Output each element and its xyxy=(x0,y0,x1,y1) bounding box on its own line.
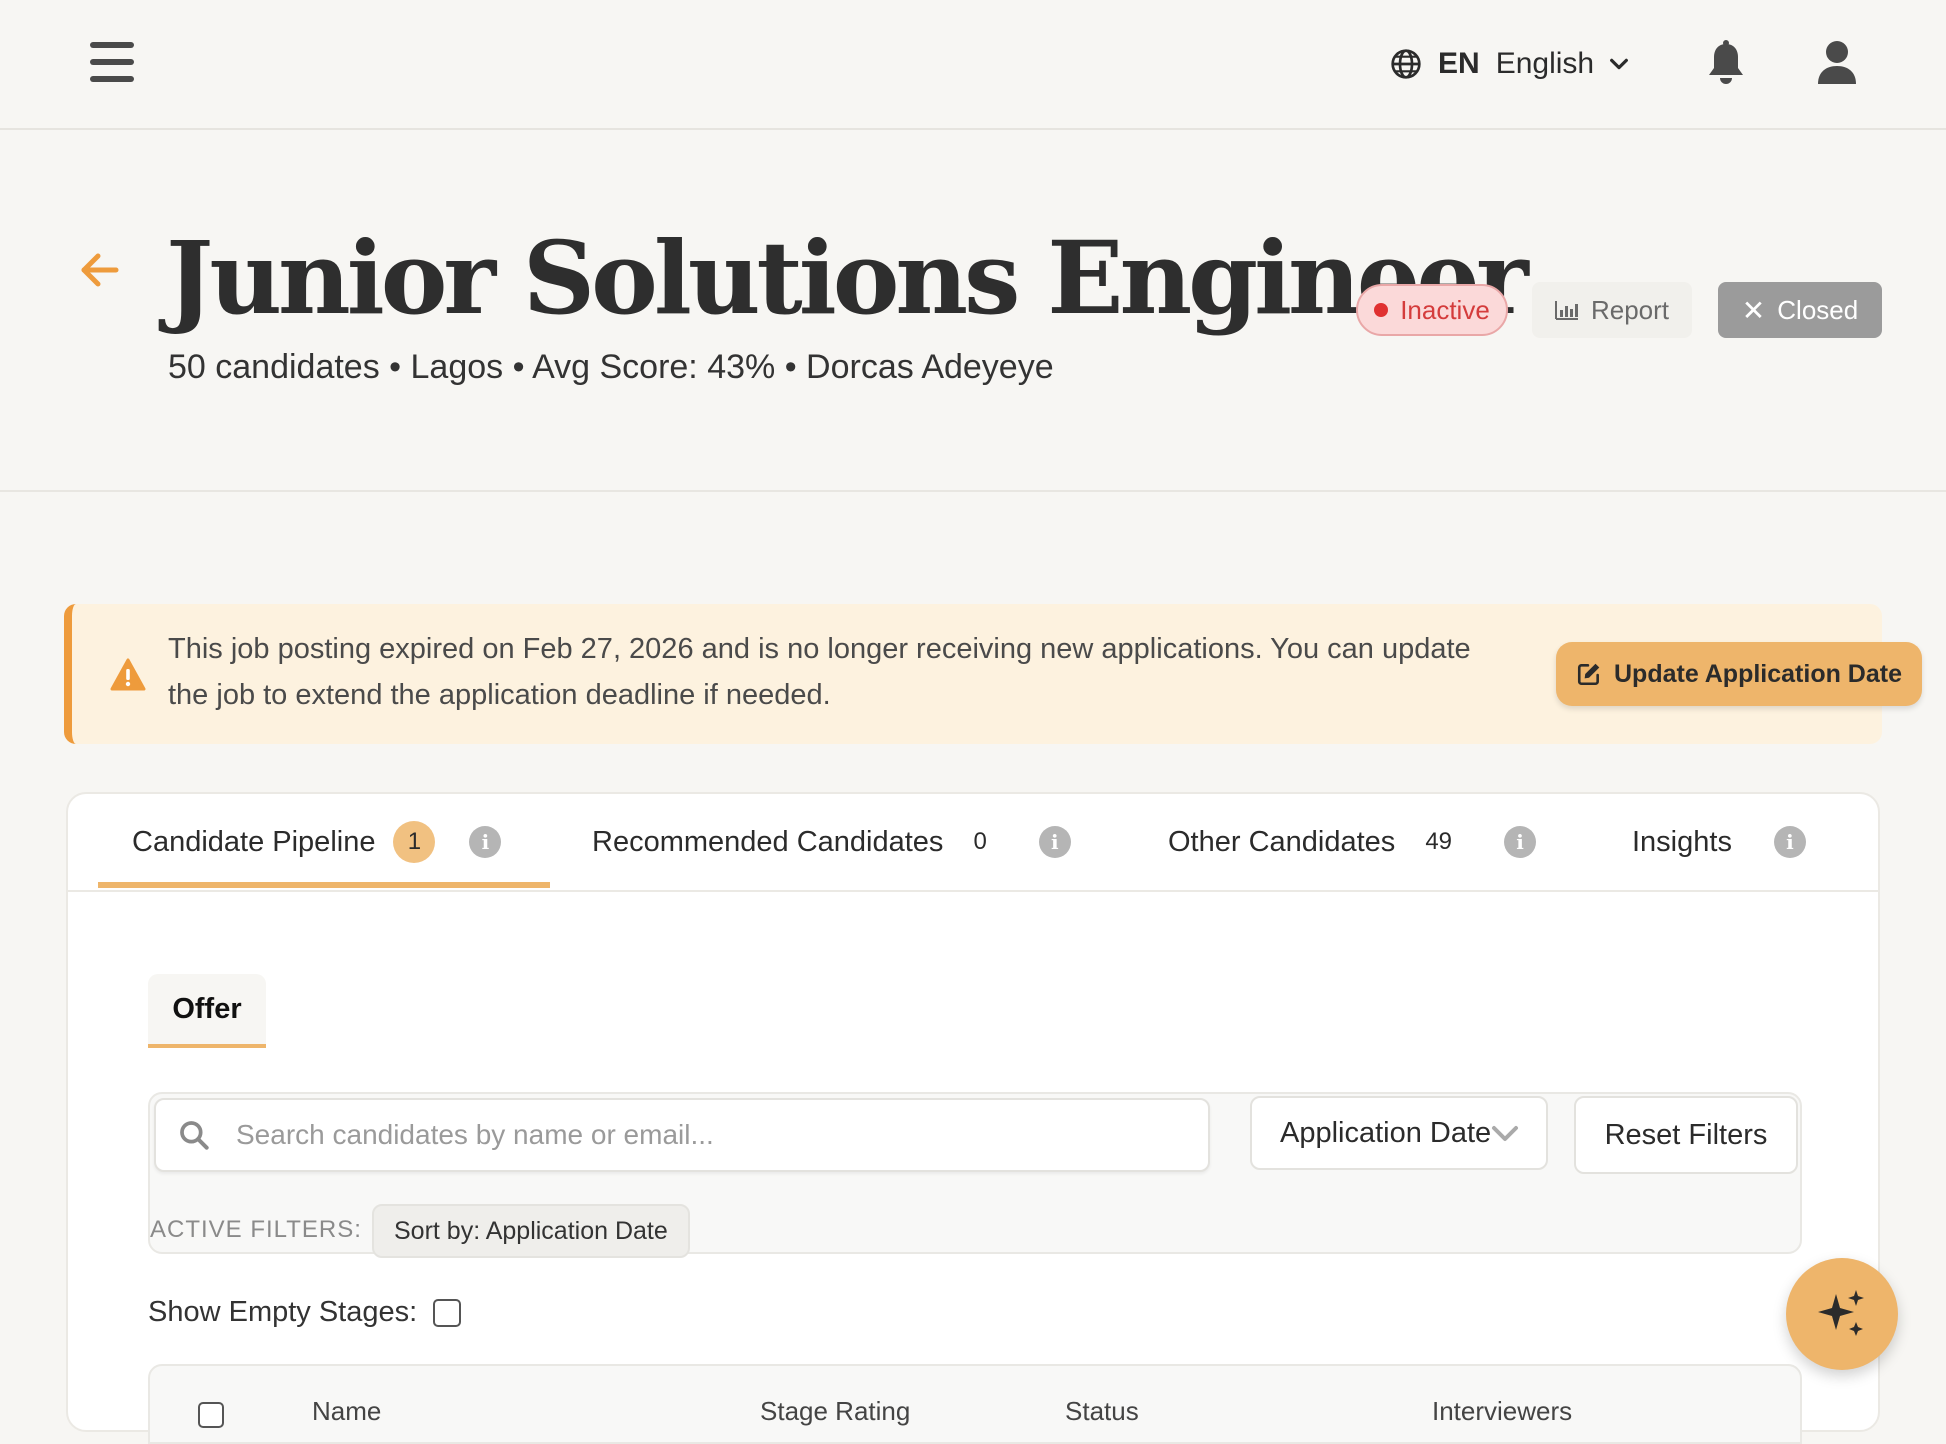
page-title: Junior Solutions Engineer xyxy=(166,219,1529,337)
globe-icon xyxy=(1391,49,1421,79)
info-icon[interactable]: i xyxy=(469,826,502,858)
stage-tab-offer[interactable]: Offer xyxy=(148,974,266,1048)
sort-select-value: Application Date xyxy=(1280,1116,1492,1149)
tab-label: Recommended Candidates xyxy=(592,825,944,858)
search-input[interactable] xyxy=(234,1118,1138,1152)
status-dot xyxy=(1374,303,1389,317)
column-header-stage-rating[interactable]: Stage Rating xyxy=(760,1396,910,1427)
tab-recommended-candidates[interactable]: Recommended Candidates 0 i xyxy=(592,794,1071,890)
show-empty-stages-label: Show Empty Stages: xyxy=(148,1296,418,1328)
update-application-date-label: Update Application Date xyxy=(1614,659,1902,688)
sparkles-icon xyxy=(1818,1290,1864,1336)
status-badge: Inactive xyxy=(1356,284,1508,336)
tab-other-candidates[interactable]: Other Candidates 49 i xyxy=(1168,794,1537,890)
chevron-down-icon xyxy=(1492,1126,1519,1141)
close-icon: ✕ xyxy=(1741,294,1766,326)
edit-icon xyxy=(1577,663,1600,686)
column-header-interviewers[interactable]: Interviewers xyxy=(1432,1396,1572,1427)
chevron-down-icon xyxy=(1610,58,1629,70)
tab-label: Insights xyxy=(1632,825,1732,858)
menu-icon[interactable] xyxy=(88,40,136,84)
show-empty-stages-checkbox[interactable] xyxy=(433,1298,462,1327)
info-icon[interactable]: i xyxy=(1773,826,1806,858)
update-application-date-button[interactable]: Update Application Date xyxy=(1556,642,1922,706)
tab-count: 0 xyxy=(973,828,987,855)
tab-label: Candidate Pipeline xyxy=(132,825,376,858)
tab-label: Other Candidates xyxy=(1168,825,1396,858)
search-box xyxy=(154,1098,1210,1172)
column-header-status[interactable]: Status xyxy=(1065,1396,1139,1427)
tab-insights[interactable]: Insights i xyxy=(1632,794,1806,890)
language-selector[interactable]: EN English xyxy=(1390,40,1630,88)
language-code: EN xyxy=(1438,47,1480,80)
active-tab-indicator xyxy=(98,882,550,888)
ai-assistant-button[interactable] xyxy=(1786,1258,1898,1370)
closed-button[interactable]: ✕ Closed xyxy=(1718,282,1882,338)
sort-select[interactable]: Application Date xyxy=(1250,1096,1548,1170)
active-filters-label: ACTIVE FILTERS: xyxy=(150,1216,362,1243)
reset-filters-button[interactable]: Reset Filters xyxy=(1574,1096,1798,1174)
tab-candidate-pipeline[interactable]: Candidate Pipeline 1 i xyxy=(132,794,502,890)
arrow-left-icon xyxy=(81,253,119,287)
info-icon[interactable]: i xyxy=(1038,826,1071,858)
report-button-label: Report xyxy=(1590,294,1670,325)
info-icon[interactable]: i xyxy=(1504,826,1537,858)
user-menu-button[interactable] xyxy=(1816,40,1858,86)
bar-chart-icon xyxy=(1554,301,1578,320)
tab-count: 49 xyxy=(1425,828,1453,855)
expired-alert: This job posting expired on Feb 27, 2026… xyxy=(64,604,1922,744)
language-name: English xyxy=(1495,47,1595,80)
notifications-button[interactable] xyxy=(1706,40,1746,86)
warning-icon xyxy=(110,658,146,691)
user-icon xyxy=(1818,41,1856,84)
tab-count-badge: 1 xyxy=(393,821,436,863)
alert-message: This job posting expired on Feb 27, 2026… xyxy=(168,633,1471,711)
candidates-card: Candidate Pipeline 1 i Recommended Candi… xyxy=(66,792,1880,1444)
job-meta: 50 candidates • Lagos • Avg Score: 43% •… xyxy=(168,348,1054,386)
report-button[interactable]: Report xyxy=(1532,282,1692,338)
back-button[interactable] xyxy=(78,248,122,292)
filter-chip: Sort by: Application Date xyxy=(372,1204,690,1258)
closed-button-label: Closed xyxy=(1777,294,1859,325)
bell-icon xyxy=(1709,40,1743,84)
filters-panel: Application Date Reset Filters ACTIVE FI… xyxy=(148,1092,1802,1258)
column-header-name[interactable]: Name xyxy=(312,1396,381,1427)
top-navbar: EN English xyxy=(0,0,1946,130)
select-all-checkbox[interactable] xyxy=(198,1402,224,1428)
search-icon xyxy=(180,1121,209,1150)
table-header: Name Stage Rating Status Interviewers xyxy=(148,1364,1802,1444)
show-empty-stages: Show Empty Stages: xyxy=(148,1296,462,1329)
tab-bar: Candidate Pipeline 1 i Recommended Candi… xyxy=(68,794,1878,892)
status-badge-label: Inactive xyxy=(1400,294,1490,325)
header-divider xyxy=(0,490,1946,492)
